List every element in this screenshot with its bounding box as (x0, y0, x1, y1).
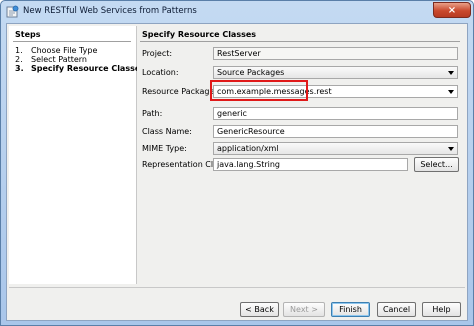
footer-divider (9, 287, 465, 288)
mime-type-label: MIME Type: (142, 144, 187, 153)
steps-heading: Steps (15, 30, 41, 39)
location-dropdown[interactable]: Source Packages (213, 66, 458, 79)
resource-package-label: Resource Package: (142, 87, 218, 96)
close-button[interactable]: × (433, 2, 471, 18)
step-label: Select Pattern (31, 55, 88, 64)
chevron-down-icon (448, 90, 454, 94)
steps-divider (13, 41, 131, 42)
chevron-down-icon (448, 147, 454, 151)
project-label: Project: (142, 49, 173, 58)
class-name-input[interactable]: GenericResource (213, 125, 458, 138)
step-choose-file-type: 1. Choose File Type (15, 46, 97, 55)
location-value: Source Packages (217, 68, 285, 77)
mime-type-value: application/xml (217, 144, 279, 153)
step-number: 2. (15, 55, 23, 64)
mime-type-dropdown[interactable]: application/xml (213, 142, 458, 155)
wizard-body: Steps 1. Choose File Type 2. Select Patter… (6, 23, 468, 321)
representation-class-input[interactable]: java.lang.String (213, 158, 408, 171)
step-label: Specify Resource Classes (31, 64, 146, 73)
panel-heading: Specify Resource Classes (142, 30, 257, 39)
location-label: Location: (142, 68, 179, 77)
step-number: 3. (15, 64, 24, 73)
next-button[interactable]: Next > (283, 302, 325, 317)
steps-panel: Steps 1. Choose File Type 2. Select Patter… (9, 26, 145, 284)
select-button[interactable]: Select... (414, 157, 459, 172)
project-field: RestServer (213, 47, 458, 60)
chevron-down-icon (448, 71, 454, 75)
class-name-label: Class Name: (142, 127, 192, 136)
title-bar[interactable]: New RESTful Web Services from Patterns × (1, 1, 473, 23)
help-button[interactable]: Help (422, 302, 461, 317)
app-icon (6, 5, 19, 18)
cancel-button[interactable]: Cancel (377, 302, 416, 317)
panel-divider (140, 41, 460, 42)
back-button[interactable]: < Back (240, 302, 279, 317)
finish-button[interactable]: Finish (331, 302, 370, 317)
wizard-window: New RESTful Web Services from Patterns ×… (0, 0, 474, 326)
step-label: Choose File Type (31, 46, 98, 55)
window-title: New RESTful Web Services from Patterns (23, 6, 197, 16)
step-number: 1. (15, 46, 23, 55)
highlight-box (210, 80, 308, 101)
main-panel: Specify Resource Classes Project: RestSe… (137, 26, 465, 284)
step-select-pattern: 2. Select Pattern (15, 55, 87, 64)
step-specify-resource-classes: 3. Specify Resource Classes (15, 64, 145, 73)
path-label: Path: (142, 109, 163, 118)
path-input[interactable]: generic (213, 107, 458, 120)
